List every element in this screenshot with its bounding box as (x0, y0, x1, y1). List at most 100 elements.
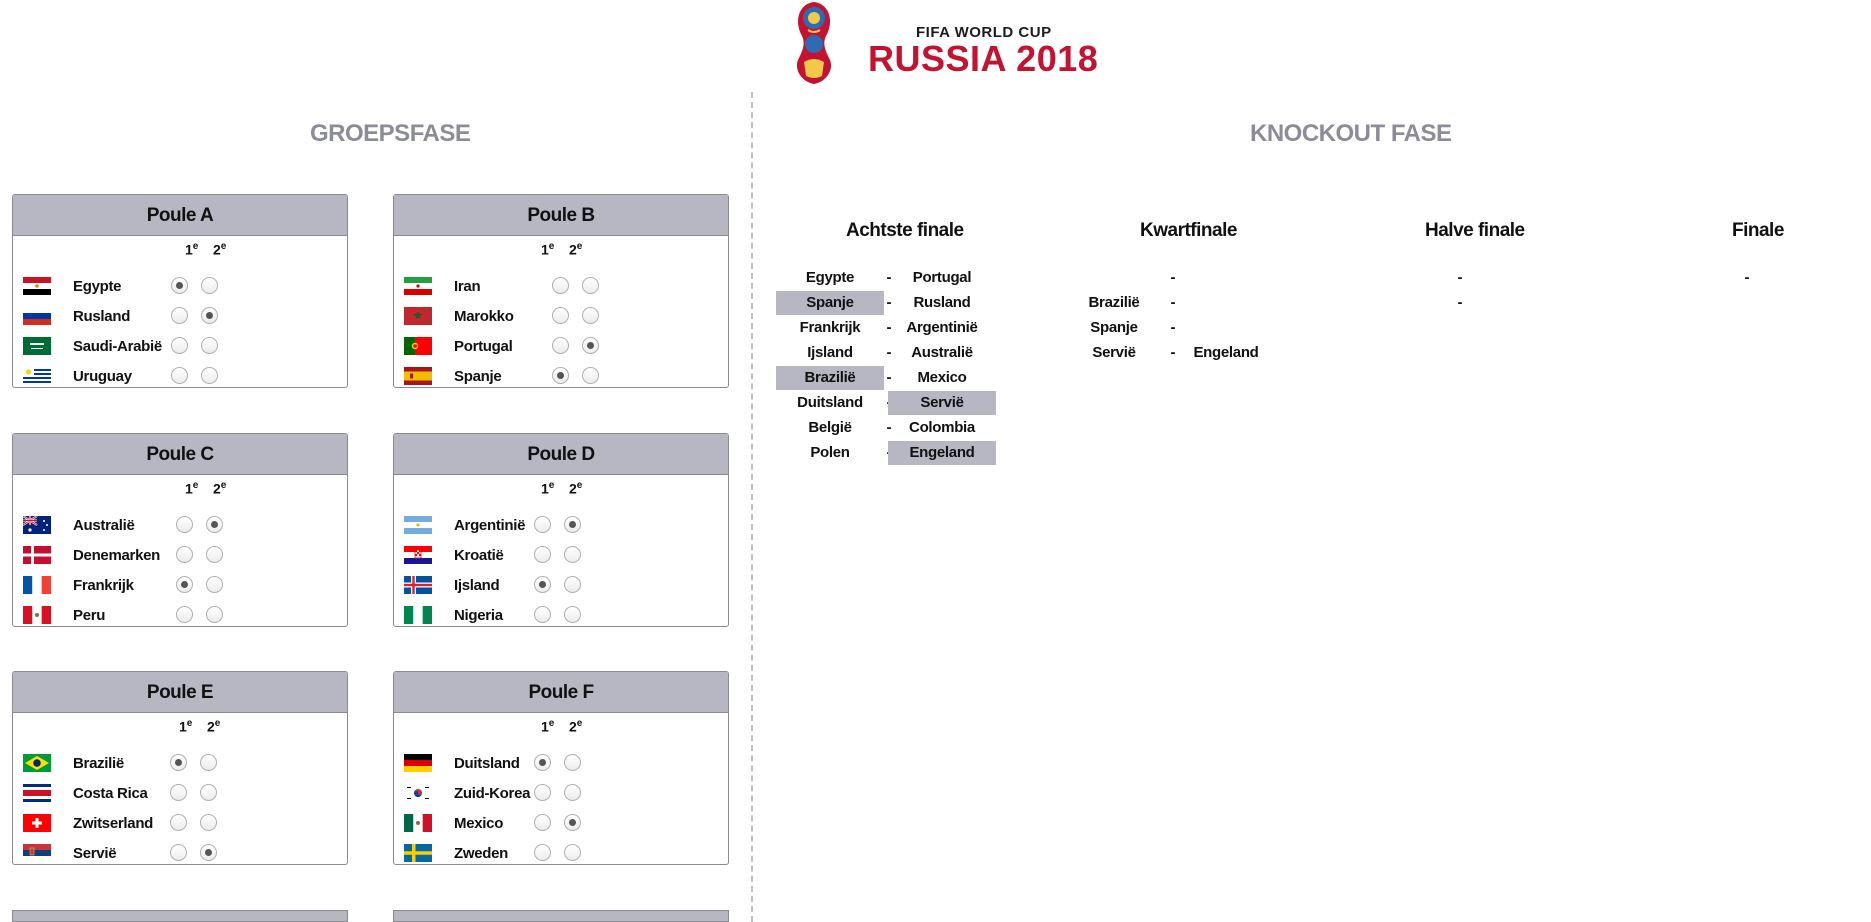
first-place-radio[interactable] (171, 337, 188, 354)
match-home-team[interactable]: Duitsland (776, 391, 884, 415)
match-away-team[interactable]: Mexico (888, 366, 996, 390)
costa-rica-flag-icon (23, 784, 51, 802)
second-place-radio[interactable] (582, 277, 599, 294)
match-home-team[interactable]: Brazilië (776, 366, 884, 390)
argentina-flag-icon (404, 516, 432, 534)
team-row: Egypte (13, 269, 347, 299)
second-place-radio[interactable] (201, 307, 218, 324)
match-away-team[interactable] (1172, 316, 1280, 340)
match-away-team[interactable]: Colombia (888, 416, 996, 440)
second-place-radio[interactable] (206, 576, 223, 593)
match-away-team[interactable] (1746, 266, 1854, 290)
round-title-kwartfinale: Kwartfinale (1140, 220, 1237, 241)
brazil-flag-icon (23, 754, 51, 772)
match-away-team[interactable]: Engeland (1172, 341, 1280, 365)
match-home-team[interactable] (1634, 266, 1742, 290)
match-home-team[interactable]: Spanje (776, 291, 884, 315)
first-place-radio[interactable] (534, 754, 551, 771)
second-place-radio[interactable] (564, 814, 581, 831)
col-second-num: 2 (569, 480, 577, 497)
match-away-team[interactable] (1172, 291, 1280, 315)
second-place-radio[interactable] (564, 516, 581, 533)
first-place-radio[interactable] (534, 814, 551, 831)
match-home-team[interactable]: Ijsland (776, 341, 884, 365)
first-place-radio[interactable] (534, 546, 551, 563)
team-name: Spanje (454, 368, 502, 385)
second-place-radio[interactable] (201, 277, 218, 294)
second-place-radio[interactable] (582, 337, 599, 354)
first-place-radio[interactable] (552, 277, 569, 294)
team-name: Denemarken (73, 547, 161, 564)
match-home-team[interactable] (1347, 266, 1455, 290)
first-place-radio[interactable] (534, 606, 551, 623)
first-place-radio[interactable] (176, 606, 193, 623)
match-away-team[interactable]: Portugal (888, 266, 996, 290)
first-place-radio[interactable] (170, 754, 187, 771)
poule-h-partial (393, 910, 729, 922)
first-place-radio[interactable] (171, 277, 188, 294)
first-place-radio[interactable] (176, 576, 193, 593)
second-place-radio[interactable] (206, 606, 223, 623)
match-home-team[interactable]: Polen (776, 441, 884, 465)
first-place-radio[interactable] (534, 516, 551, 533)
first-place-radio[interactable] (534, 784, 551, 801)
match-home-team[interactable]: Egypte (776, 266, 884, 290)
col-first-place: 1e (541, 241, 554, 258)
col-second-num: 2 (213, 241, 221, 258)
match-away-team[interactable] (1459, 291, 1567, 315)
first-place-radio[interactable] (171, 367, 188, 384)
team-row: Argentinië (394, 508, 728, 538)
second-place-radio[interactable] (200, 844, 217, 861)
col-second-place: 2e (569, 480, 582, 497)
second-place-radio[interactable] (564, 784, 581, 801)
first-place-radio[interactable] (552, 337, 569, 354)
second-place-radio[interactable] (200, 814, 217, 831)
first-place-radio[interactable] (534, 576, 551, 593)
first-place-radio[interactable] (170, 814, 187, 831)
first-place-radio[interactable] (176, 516, 193, 533)
match-away-team[interactable] (1459, 266, 1567, 290)
team-row: Zwitserland (13, 806, 347, 836)
team-name: Egypte (73, 278, 122, 295)
match-away-team[interactable]: Argentinië (888, 316, 996, 340)
first-place-radio[interactable] (170, 844, 187, 861)
match-home-team[interactable] (1060, 266, 1168, 290)
second-place-radio[interactable] (206, 516, 223, 533)
match-home-team[interactable]: België (776, 416, 884, 440)
second-place-radio[interactable] (564, 844, 581, 861)
first-place-radio[interactable] (171, 307, 188, 324)
first-place-radio[interactable] (170, 784, 187, 801)
nigeria-flag-icon (404, 606, 432, 624)
match-home-team[interactable]: Brazilië (1060, 291, 1168, 315)
second-place-radio[interactable] (201, 337, 218, 354)
match-home-team[interactable]: Servië (1060, 341, 1168, 365)
iran-flag-icon (404, 277, 432, 295)
match-home-team[interactable]: Frankrijk (776, 316, 884, 340)
switzerland-flag-icon (23, 814, 51, 832)
match-away-team[interactable]: Australië (888, 341, 996, 365)
first-place-radio[interactable] (552, 367, 569, 384)
portugal-flag-icon (404, 337, 432, 355)
second-place-radio[interactable] (206, 546, 223, 563)
second-place-radio[interactable] (564, 606, 581, 623)
second-place-radio[interactable] (582, 307, 599, 324)
match-away-team[interactable]: Servië (888, 391, 996, 415)
second-place-radio[interactable] (564, 576, 581, 593)
second-place-radio[interactable] (564, 754, 581, 771)
team-row: Iran (394, 269, 728, 299)
match-home-team[interactable] (1347, 291, 1455, 315)
match-away-team[interactable]: Rusland (888, 291, 996, 315)
match-away-team[interactable] (1172, 266, 1280, 290)
first-place-radio[interactable] (552, 307, 569, 324)
second-place-radio[interactable] (564, 546, 581, 563)
first-place-radio[interactable] (176, 546, 193, 563)
poule-title: Poule F (394, 672, 728, 713)
poule-title: Poule B (394, 195, 728, 236)
match-home-team[interactable]: Spanje (1060, 316, 1168, 340)
second-place-radio[interactable] (200, 754, 217, 771)
second-place-radio[interactable] (201, 367, 218, 384)
first-place-radio[interactable] (534, 844, 551, 861)
match-away-team[interactable]: Engeland (888, 441, 996, 465)
second-place-radio[interactable] (582, 367, 599, 384)
second-place-radio[interactable] (200, 784, 217, 801)
